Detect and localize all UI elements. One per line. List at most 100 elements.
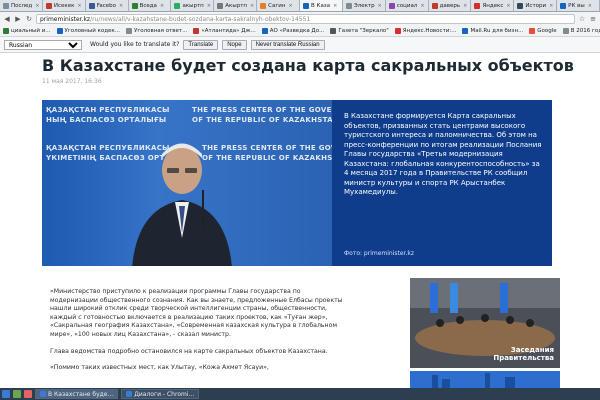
menu-icon[interactable]: ≡	[589, 15, 597, 23]
microphone-icon	[202, 190, 204, 230]
bookmark-item[interactable]: Яндекс.Новости:...	[394, 27, 457, 34]
browser-icon	[126, 391, 133, 397]
tab-close-icon[interactable]: ×	[160, 3, 164, 9]
sidebar-card-city[interactable]	[410, 371, 560, 388]
bookmark-favicon-icon	[261, 27, 268, 34]
tab-favicon-icon	[88, 3, 95, 9]
bookmark-item[interactable]: Уголовная ответ...	[125, 27, 187, 34]
bookmark-favicon-icon	[462, 27, 469, 34]
browser-tab[interactable]: Исекек ×	[42, 0, 86, 11]
never-translate-button[interactable]: Never translate Russian	[250, 39, 325, 50]
tab-close-icon[interactable]: ×	[35, 3, 39, 9]
speaker-figure	[132, 143, 232, 266]
tab-label: Яндекс	[482, 3, 504, 9]
tab-close-icon[interactable]: ×	[77, 3, 81, 9]
bookmark-item[interactable]: Google	[529, 27, 557, 34]
browser-tab[interactable]: Истори ×	[514, 0, 558, 11]
translate-question: Would you like to translate it?	[90, 41, 180, 48]
tab-label: Электр	[353, 3, 375, 9]
browser-tab[interactable]: социал ×	[385, 0, 429, 11]
browser-tab[interactable]: Вседа ×	[128, 0, 172, 11]
taskbar-window-button[interactable]: В Казахстане буде...	[35, 389, 119, 399]
translate-button[interactable]: Translate	[183, 39, 219, 50]
bookmark-item[interactable]: Газета "Зеркало"	[330, 27, 389, 34]
launcher-icon[interactable]	[24, 390, 32, 398]
browser-tab[interactable]: Яндекс ×	[471, 0, 515, 11]
tab-favicon-icon	[260, 3, 267, 9]
article-hero: ҚАЗАҚСТАН РЕСПУБЛИКАСЫ THE PRESS CENTER …	[42, 100, 552, 266]
article-photo: ҚАЗАҚСТАН РЕСПУБЛИКАСЫ THE PRESS CENTER …	[42, 100, 332, 266]
browser-tab[interactable]: В Каза ×	[300, 0, 343, 11]
taskbar: В Казахстане буде... Диалоги - Chromi...	[0, 388, 600, 400]
city-image	[410, 371, 560, 388]
bookmark-item[interactable]: АО «Разведка До...	[261, 27, 324, 34]
tab-close-icon[interactable]: ×	[333, 3, 337, 9]
browser-tab[interactable]: Электр ×	[342, 0, 386, 11]
language-select[interactable]: Russian	[4, 39, 82, 50]
tab-favicon-icon	[345, 3, 352, 9]
tab-favicon-icon	[388, 3, 395, 9]
tab-close-icon[interactable]: ×	[288, 3, 292, 9]
tab-favicon-icon	[303, 3, 310, 9]
bookmark-item[interactable]: циальный и...	[3, 27, 51, 34]
photo-text: OF THE REPUBLIC OF KAZAKHSTAN	[192, 116, 332, 124]
tab-favicon-icon	[131, 3, 138, 9]
browser-tab[interactable]: акыртп ×	[171, 0, 215, 11]
browser-tab[interactable]: Facebo ×	[85, 0, 129, 11]
tab-favicon-icon	[474, 3, 481, 9]
tab-close-icon[interactable]: ×	[506, 3, 510, 9]
nope-button[interactable]: Nope	[222, 39, 247, 50]
forward-icon[interactable]: ▶	[14, 15, 22, 23]
back-icon[interactable]: ◀	[3, 15, 11, 23]
sidebar-card-label-line: Заседания	[510, 346, 554, 354]
taskbar-window-label: В Казахстане буде...	[48, 390, 114, 398]
browser-tab[interactable]: РК вы ×	[557, 0, 600, 11]
bookmark-item[interactable]: «Атлантида» Дж...	[193, 27, 256, 34]
start-menu-icon[interactable]	[2, 390, 10, 398]
sidebar-card-government-meetings[interactable]: Заседания Правительства	[410, 278, 560, 368]
page-content: В Казахстане будет создана карта сакраль…	[0, 53, 600, 388]
tab-close-icon[interactable]: ×	[463, 3, 467, 9]
bookmark-item[interactable]: Mail.Ru для бизн...	[462, 27, 524, 34]
translate-bar: Russian Would you like to translate it? …	[0, 37, 600, 53]
tab-close-icon[interactable]: ×	[588, 3, 592, 9]
taskbar-window-button[interactable]: Диалоги - Chromi...	[121, 389, 200, 399]
article-paragraph: «Министерство приступило к реализации пр…	[50, 288, 343, 338]
bookmark-label: циальный и...	[11, 27, 51, 34]
star-icon[interactable]: ☆	[578, 15, 586, 23]
launcher-icon[interactable]	[13, 390, 21, 398]
browser-tab[interactable]: Сагин ×	[257, 0, 301, 11]
bookmark-item[interactable]: Уголовный кодек...	[56, 27, 120, 34]
tab-close-icon[interactable]: ×	[549, 3, 553, 9]
tab-favicon-icon	[3, 3, 9, 9]
taskbar-window-label: Диалоги - Chromi...	[134, 390, 195, 398]
tab-favicon-icon	[517, 3, 524, 9]
tab-favicon-icon	[431, 3, 438, 9]
tab-close-icon[interactable]: ×	[420, 3, 424, 9]
tab-close-icon[interactable]: ×	[207, 3, 211, 9]
reload-icon[interactable]: ↻	[25, 15, 33, 23]
bookmark-favicon-icon	[330, 27, 337, 34]
tab-label: Акыртп	[225, 3, 248, 9]
bookmark-label: Яндекс.Новости:...	[402, 27, 457, 34]
tab-close-icon[interactable]: ×	[250, 3, 254, 9]
browser-tab[interactable]: Акыртп ×	[214, 0, 258, 11]
browser-tab[interactable]: даверь ×	[428, 0, 472, 11]
browser-tab[interactable]: Послед ×	[0, 0, 43, 11]
url-input[interactable]: primeminister.kz/ru/news/all/v-kazahstan…	[36, 13, 575, 24]
bookmark-label: Уголовный кодек...	[64, 27, 120, 34]
bookmark-label: В 2016 году и...	[570, 27, 600, 34]
article-date: 11 мая 2017, 16:36	[42, 78, 102, 85]
bookmark-label: «Атлантида» Дж...	[201, 27, 256, 34]
tab-favicon-icon	[174, 3, 181, 9]
tab-favicon-icon	[217, 3, 224, 9]
article-paragraph: Глава ведомства подробно остановился на …	[50, 347, 328, 355]
tab-close-icon[interactable]: ×	[378, 3, 382, 9]
tab-favicon-icon	[45, 3, 52, 9]
tab-close-icon[interactable]: ×	[119, 3, 123, 9]
bookmark-item[interactable]: В 2016 году и...	[562, 27, 600, 34]
tab-label: социал	[396, 3, 418, 9]
bookmark-label: Mail.Ru для бизн...	[470, 27, 524, 34]
bookmark-favicon-icon	[125, 27, 132, 34]
bookmark-favicon-icon	[394, 27, 401, 34]
